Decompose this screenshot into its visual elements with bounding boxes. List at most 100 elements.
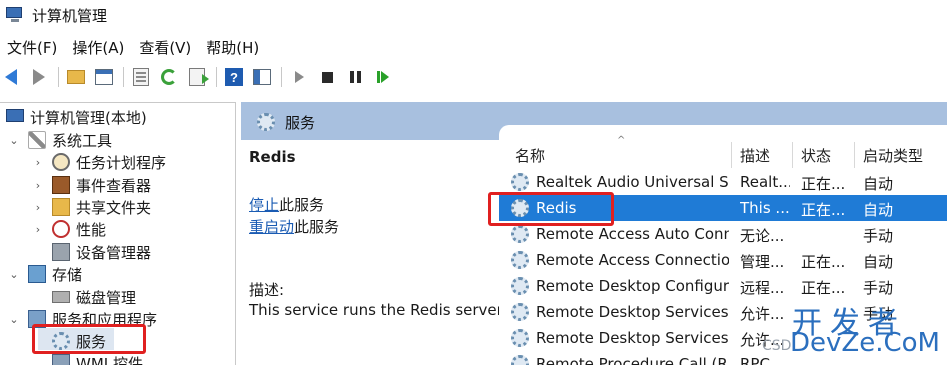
service-startup-type: 自动 bbox=[863, 253, 894, 271]
stop-service-icon bbox=[321, 71, 333, 83]
tree-item-shared-folders[interactable]: › 共享文件夹 bbox=[32, 196, 151, 218]
help-icon: ? bbox=[225, 68, 243, 86]
tree-item-event-viewer[interactable]: › 事件查看器 bbox=[32, 174, 151, 196]
tree-item-disk-management[interactable]: 磁盘管理 bbox=[52, 286, 136, 308]
watermark: 开发者 CSD DevZe.CoM bbox=[762, 298, 947, 365]
menu-view[interactable]: 查看(V) bbox=[132, 37, 199, 58]
export-list-button[interactable] bbox=[186, 66, 209, 88]
restart-service-line: 重启动此服务 bbox=[249, 216, 339, 237]
gear-icon bbox=[511, 251, 529, 269]
service-status: 正在... bbox=[801, 201, 846, 219]
restart-suffix: 此服务 bbox=[294, 218, 340, 236]
service-startup-type: 手动 bbox=[863, 227, 894, 245]
tree-item-system-tools[interactable]: ⌄ 系统工具 bbox=[8, 129, 112, 151]
gear-icon bbox=[511, 277, 529, 295]
chevron-down-icon[interactable]: ⌄ bbox=[8, 313, 20, 326]
service-description: 无论... bbox=[740, 227, 785, 245]
restart-service-link[interactable]: 重启动 bbox=[249, 218, 294, 236]
tree-item-storage[interactable]: ⌄ 存储 bbox=[8, 263, 82, 285]
toolbar-divider bbox=[281, 67, 282, 87]
description-text: This service runs the Redis server bbox=[249, 301, 503, 319]
menu-action[interactable]: 操作(A) bbox=[65, 37, 132, 58]
tree-item-root[interactable]: 计算机管理(本地) bbox=[6, 106, 147, 128]
stop-suffix: 此服务 bbox=[279, 196, 325, 214]
service-name: Remote Access Auto Conn... bbox=[536, 225, 729, 243]
column-header-description[interactable]: 描述 bbox=[740, 145, 770, 165]
up-button[interactable] bbox=[65, 66, 87, 88]
tree-item-task-scheduler[interactable]: › 任务计划程序 bbox=[32, 151, 166, 173]
restart-service-icon bbox=[377, 71, 389, 83]
selected-service-name: Redis bbox=[249, 148, 296, 166]
description-label: 描述: bbox=[249, 281, 285, 299]
action-pane-button[interactable] bbox=[251, 66, 273, 88]
service-status: 正在... bbox=[801, 253, 846, 271]
chevron-down-icon[interactable]: ⌄ bbox=[8, 268, 20, 281]
pause-service-icon bbox=[349, 71, 361, 83]
restart-service-button[interactable] bbox=[372, 66, 394, 88]
service-description: 远程... bbox=[740, 279, 785, 297]
window-title: 计算机管理 bbox=[32, 6, 108, 25]
tree-label: 系统工具 bbox=[52, 131, 113, 150]
back-icon bbox=[5, 69, 17, 85]
tree-item-device-manager[interactable]: 设备管理器 bbox=[52, 241, 151, 263]
refresh-button[interactable] bbox=[158, 66, 180, 88]
column-divider[interactable] bbox=[854, 142, 855, 168]
chevron-right-icon[interactable]: › bbox=[32, 201, 44, 214]
pause-service-button[interactable] bbox=[344, 66, 366, 88]
show-hide-tree-button[interactable] bbox=[93, 66, 115, 88]
export-list-icon bbox=[189, 68, 209, 86]
help-button[interactable]: ? bbox=[223, 66, 245, 88]
gear-icon bbox=[511, 303, 529, 321]
forward-button[interactable] bbox=[28, 66, 50, 88]
menu-bar: 文件(F) 操作(A) 查看(V) 帮助(H) bbox=[0, 34, 947, 60]
clock-icon bbox=[52, 153, 70, 171]
column-header-status[interactable]: 状态 bbox=[801, 145, 831, 165]
table-row[interactable]: Remote Desktop Configur... 远程... 正在... 手… bbox=[499, 273, 947, 299]
service-name: Remote Desktop Services bbox=[536, 303, 729, 321]
computer-management-icon bbox=[6, 6, 24, 24]
gear-icon bbox=[511, 225, 529, 243]
service-description-pane: Redis 停止此服务 重启动此服务 描述: This service runs… bbox=[241, 140, 503, 365]
tree-label: 任务计划程序 bbox=[76, 153, 167, 172]
service-status: 正在... bbox=[801, 175, 846, 193]
menu-help[interactable]: 帮助(H) bbox=[199, 37, 267, 58]
chevron-down-icon[interactable]: ⌄ bbox=[8, 134, 20, 147]
forward-icon bbox=[33, 69, 45, 85]
column-divider[interactable] bbox=[731, 142, 732, 168]
gear-icon bbox=[511, 173, 529, 191]
properties-button[interactable] bbox=[130, 66, 152, 88]
event-log-icon bbox=[52, 176, 70, 194]
tree-item-performance[interactable]: › 性能 bbox=[32, 218, 106, 240]
toolbar: ? bbox=[0, 62, 947, 92]
sort-ascending-icon: ^ bbox=[617, 135, 626, 146]
column-divider[interactable] bbox=[792, 142, 793, 168]
column-header-startup-type[interactable]: 启动类型 bbox=[863, 145, 923, 165]
service-description: Realt... bbox=[740, 173, 790, 191]
menu-file[interactable]: 文件(F) bbox=[0, 37, 65, 58]
storage-icon bbox=[28, 265, 46, 283]
stop-service-button[interactable] bbox=[316, 66, 338, 88]
start-service-button[interactable] bbox=[288, 66, 310, 88]
toolbar-divider bbox=[58, 67, 59, 87]
column-header-name[interactable]: 名称 bbox=[515, 145, 545, 165]
gear-icon bbox=[257, 113, 275, 131]
chevron-right-icon[interactable]: › bbox=[32, 156, 44, 169]
action-pane-icon bbox=[253, 69, 271, 85]
chevron-right-icon[interactable]: › bbox=[32, 179, 44, 192]
chevron-right-icon[interactable]: › bbox=[32, 223, 44, 236]
refresh-icon bbox=[161, 69, 177, 85]
performance-icon bbox=[52, 220, 70, 238]
watermark-csdn-text: CSD bbox=[762, 338, 792, 354]
highlight-box-redis bbox=[488, 192, 614, 226]
tree-label: 共享文件夹 bbox=[76, 198, 152, 217]
highlight-box-services bbox=[32, 324, 146, 354]
table-row[interactable]: Remote Access Connectio... 管理... 正在... 自… bbox=[499, 247, 947, 273]
service-description: RPC... bbox=[740, 355, 785, 365]
service-name: Realtek Audio Universal Se... bbox=[536, 173, 729, 191]
stop-service-link[interactable]: 停止 bbox=[249, 196, 279, 214]
shared-folder-icon bbox=[52, 198, 70, 216]
service-name: Remote Desktop Configur... bbox=[536, 277, 729, 295]
back-button[interactable] bbox=[0, 66, 22, 88]
properties-icon bbox=[133, 68, 149, 86]
show-hide-tree-icon bbox=[95, 69, 113, 85]
